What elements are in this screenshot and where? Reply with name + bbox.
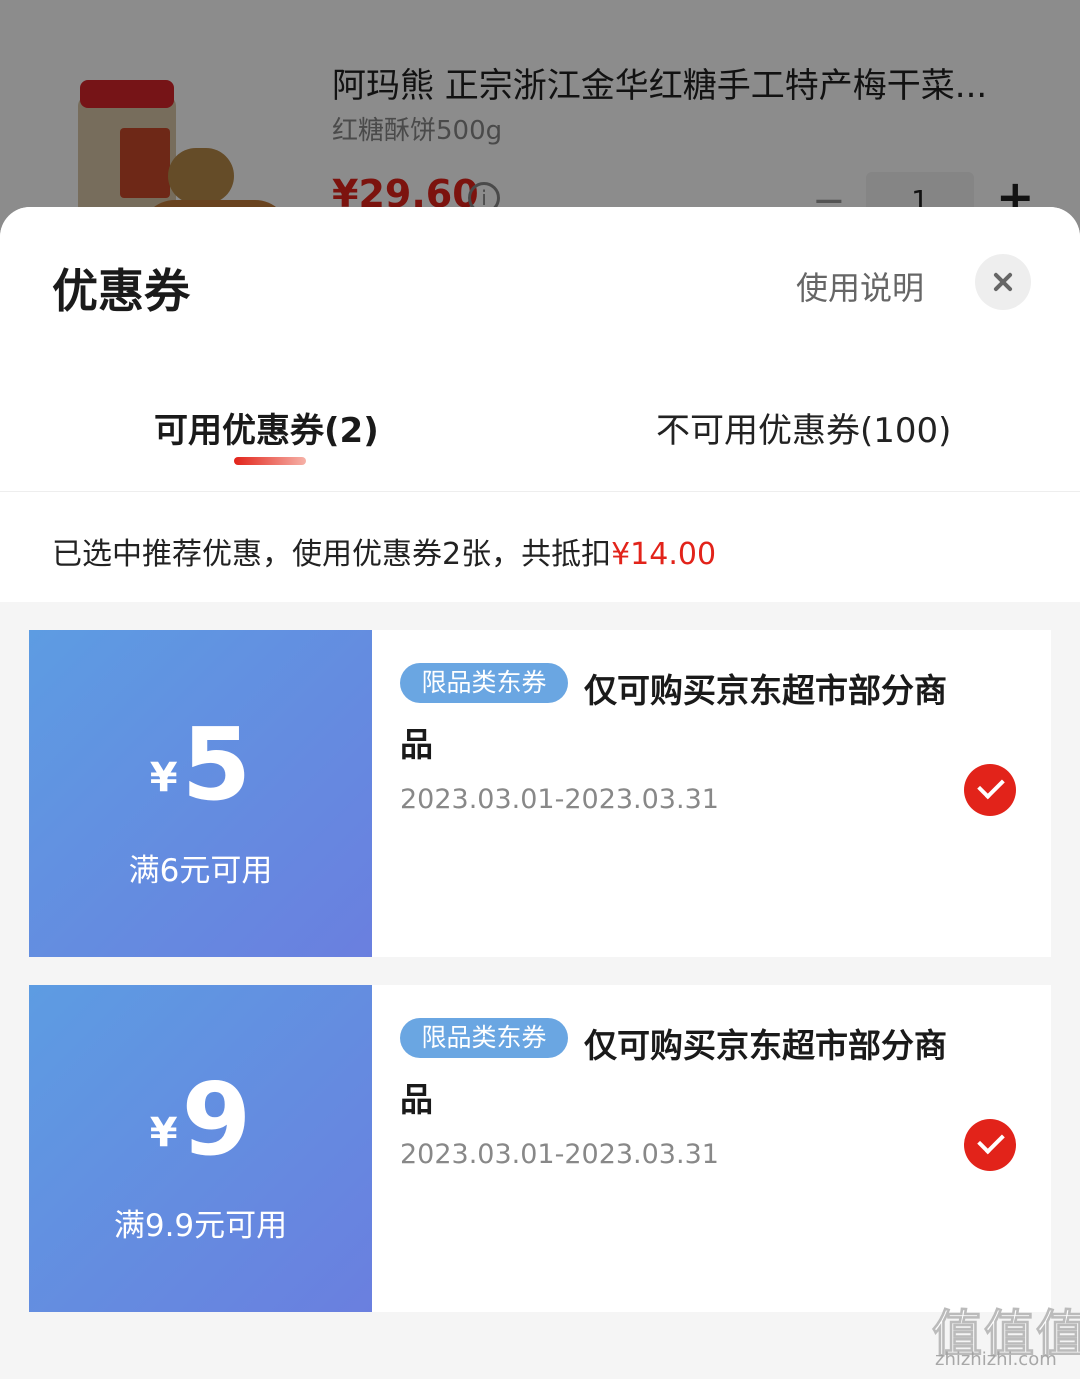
tab-available-coupons[interactable]: 可用优惠券(2) <box>154 403 379 452</box>
coupon-value: 5 <box>181 706 252 823</box>
watermark-url: zhizhizhi.com <box>935 1349 1057 1370</box>
coupon-validity-dates: 2023.03.01-2023.03.31 <box>400 784 719 815</box>
coupon-condition: 满6元可用 <box>128 853 273 889</box>
coupon-card[interactable]: ¥9 满9.9元可用 限品类东券 仅可购买京东超市部分商 品 2023.03.0… <box>23 985 1051 1312</box>
divider <box>0 491 1080 492</box>
close-icon[interactable] <box>975 254 1031 310</box>
coupon-type-badge: 限品类东券 <box>400 663 568 703</box>
coupon-description-continued: 品 <box>400 1080 433 1119</box>
usage-instructions-link[interactable]: 使用说明 <box>796 263 924 309</box>
coupon-sheet: 优惠券 使用说明 可用优惠券(2) 不可用优惠券(100) 已选中推荐优惠，使用… <box>0 207 1080 1379</box>
coupon-value-panel: ¥9 满9.9元可用 <box>23 985 372 1312</box>
currency-symbol: ¥ <box>149 755 178 801</box>
discount-summary: 已选中推荐优惠，使用优惠券2张，共抵扣¥14.00 <box>52 529 716 573</box>
coupon-value-panel: ¥5 满6元可用 <box>23 630 372 957</box>
currency-symbol: ¥ <box>149 1110 178 1156</box>
background-product-card: 阿玛熊 正宗浙江金华红糖手工特产梅干菜... 红糖酥饼500g ¥29.60 i… <box>0 0 1080 270</box>
coupon-description: 仅可购买京东超市部分商 <box>584 1026 947 1065</box>
coupon-value: 9 <box>181 1061 252 1178</box>
checkmark-icon[interactable] <box>964 764 1016 816</box>
coupon-type-badge: 限品类东券 <box>400 1018 568 1058</box>
coupon-amount: ¥5 <box>29 710 372 820</box>
coupon-validity-dates: 2023.03.01-2023.03.31 <box>400 1139 719 1170</box>
coupon-card[interactable]: ¥5 满6元可用 限品类东券 仅可购买京东超市部分商 品 2023.03.01-… <box>23 630 1051 957</box>
coupon-description-continued: 品 <box>400 725 433 764</box>
coupon-condition: 满9.9元可用 <box>113 1208 288 1244</box>
coupon-description: 仅可购买京东超市部分商 <box>584 671 947 710</box>
modal-overlay[interactable] <box>0 0 1080 240</box>
sheet-title: 优惠券 <box>52 264 190 318</box>
checkmark-icon[interactable] <box>964 1119 1016 1171</box>
sheet-header: 优惠券 使用说明 可用优惠券(2) 不可用优惠券(100) 已选中推荐优惠，使用… <box>0 207 1080 602</box>
coupon-amount: ¥9 <box>29 1065 372 1175</box>
active-tab-indicator <box>234 457 306 465</box>
tab-unavailable-coupons[interactable]: 不可用优惠券(100) <box>656 403 951 452</box>
summary-amount: ¥14.00 <box>611 537 717 572</box>
summary-text: 已选中推荐优惠，使用优惠券2张，共抵扣 <box>52 537 612 572</box>
